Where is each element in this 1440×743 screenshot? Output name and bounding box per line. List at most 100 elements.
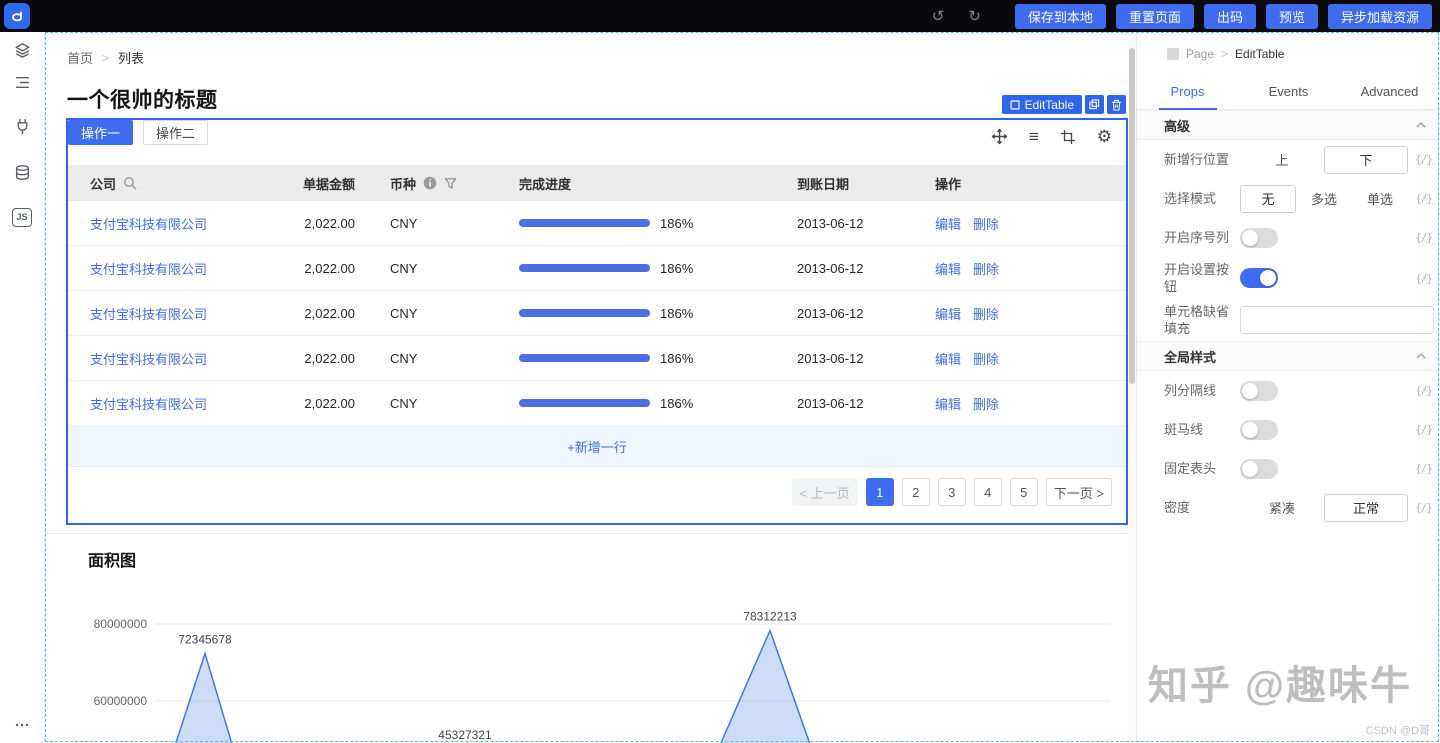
bind-variable-button[interactable]: {/} [1408, 272, 1432, 285]
amount-cell: 2,022.00 [247, 261, 367, 276]
breadcrumb-current: 列表 [118, 48, 144, 67]
edittable-component[interactable]: 操作一操作二 ≡ ⚙ 公司单据金额币种完成进度到账日期操作 支付宝科技有限公司2… [66, 118, 1128, 525]
amount-cell: 2,022.00 [247, 396, 367, 411]
date-cell: 2013-06-12 [782, 216, 922, 231]
breadcrumb-page[interactable]: Page [1186, 47, 1214, 61]
datasource-icon[interactable] [8, 158, 36, 186]
field-row-enable-settings-button: 开启设置按钮{/} [1137, 257, 1440, 299]
zebra-stripes-switch[interactable] [1240, 420, 1278, 440]
trash-icon [1111, 99, 1122, 111]
bind-variable-button[interactable]: {/} [1408, 192, 1432, 205]
bind-variable-button[interactable]: {/} [1408, 153, 1432, 166]
filter-icon[interactable] [444, 177, 457, 190]
new-row-position-option-2[interactable]: 下 [1324, 146, 1408, 174]
edit-link[interactable]: 编辑 [935, 214, 961, 233]
outline-tree-icon[interactable] [8, 68, 36, 96]
bind-variable-button[interactable]: {/} [1434, 314, 1440, 327]
delete-link[interactable]: 删除 [973, 259, 999, 278]
progress-bar [519, 399, 650, 407]
inspector-tab-events[interactable]: Events [1238, 74, 1339, 109]
density-option-2[interactable]: 正常 [1324, 494, 1408, 522]
pagination-prev[interactable]: < 上一页 [792, 478, 858, 506]
select-mode-option-1[interactable]: 无 [1240, 185, 1296, 213]
selected-component-tag[interactable]: EditTable [1002, 95, 1082, 114]
left-toolbar: JS [0, 32, 45, 743]
density-option-group: 紧凑正常 [1240, 494, 1408, 522]
column-settings-icon[interactable]: ≡ [1029, 128, 1039, 145]
canvas-tab-action-one[interactable]: 操作一 [68, 120, 133, 145]
table-row: 支付宝科技有限公司2,022.00CNY186%2013-06-12编辑删除 [68, 336, 1126, 381]
new-row-position-option-1[interactable]: 上 [1240, 146, 1324, 174]
topbar-button-preview[interactable]: 预览 [1266, 4, 1318, 29]
company-link[interactable]: 支付宝科技有限公司 [90, 262, 207, 277]
breadcrumb-home[interactable]: 首页 [67, 48, 93, 67]
company-link[interactable]: 支付宝科技有限公司 [90, 397, 207, 412]
pagination-page-1[interactable]: 1 [866, 478, 894, 506]
pagination-page-2[interactable]: 2 [902, 478, 930, 506]
plugin-icon[interactable] [8, 112, 36, 140]
canvas-tab-action-two[interactable]: 操作二 [143, 120, 208, 145]
pagination-next[interactable]: 下一页 > [1046, 478, 1112, 506]
select-mode-option-2[interactable]: 多选 [1296, 185, 1352, 213]
density-option-1[interactable]: 紧凑 [1240, 494, 1324, 522]
company-link[interactable]: 支付宝科技有限公司 [90, 352, 207, 367]
topbar-button-reset-page[interactable]: 重置页面 [1116, 4, 1194, 29]
section-header-advanced[interactable]: 高级 [1137, 110, 1440, 140]
progress-cell: 186% [502, 306, 782, 321]
pagination-page-4[interactable]: 4 [974, 478, 1002, 506]
delete-link[interactable]: 删除 [973, 214, 999, 233]
edit-link[interactable]: 编辑 [935, 259, 961, 278]
info-icon[interactable] [423, 176, 437, 190]
actions-cell: 编辑删除 [922, 394, 1126, 413]
app-logo-icon[interactable] [4, 3, 30, 29]
company-cell: 支付宝科技有限公司 [68, 304, 247, 323]
column-divider-switch[interactable] [1240, 381, 1278, 401]
bind-variable-button[interactable]: {/} [1408, 423, 1432, 436]
edit-link[interactable]: 编辑 [935, 394, 961, 413]
inspector-tab-props[interactable]: Props [1137, 74, 1238, 109]
bind-variable-button[interactable]: {/} [1408, 231, 1432, 244]
inspector-tab-advanced[interactable]: Advanced [1339, 74, 1440, 109]
bind-variable-button[interactable]: {/} [1408, 501, 1432, 514]
crop-icon[interactable] [1060, 129, 1076, 145]
company-link[interactable]: 支付宝科技有限公司 [90, 217, 207, 232]
delete-link[interactable]: 删除 [973, 349, 999, 368]
enable-index-column-switch[interactable] [1240, 228, 1278, 248]
add-row-button[interactable]: +新增一行 [68, 426, 1126, 467]
pagination-page-5[interactable]: 5 [1010, 478, 1038, 506]
undo-icon[interactable]: ↺ [932, 9, 945, 24]
redo-icon[interactable]: ↻ [968, 9, 981, 24]
canvas-scrollbar[interactable] [1128, 33, 1136, 743]
company-link[interactable]: 支付宝科技有限公司 [90, 307, 207, 322]
select-mode-option-3[interactable]: 单选 [1352, 185, 1408, 213]
js-panel-icon[interactable]: JS [8, 203, 36, 231]
copy-component-button[interactable] [1085, 95, 1104, 114]
fixed-header-switch[interactable] [1240, 459, 1278, 479]
cell-default-fill-input[interactable] [1240, 306, 1434, 334]
components-icon[interactable] [8, 36, 36, 64]
amount-cell: 2,022.00 [247, 216, 367, 231]
js-badge: JS [12, 208, 32, 227]
search-icon[interactable] [123, 176, 137, 190]
move-icon[interactable] [991, 128, 1008, 145]
topbar-button-async-load-assets[interactable]: 异步加载资源 [1328, 4, 1432, 29]
topbar-button-save-local[interactable]: 保存到本地 [1015, 4, 1106, 29]
more-icon[interactable] [8, 711, 36, 739]
lowcode-designer: ↺ ↻ 保存到本地重置页面出码预览异步加载资源 JS 首页 > 列表 一个很帅 [0, 0, 1440, 743]
settings-gear-icon[interactable]: ⚙ [1097, 128, 1112, 145]
edit-link[interactable]: 编辑 [935, 349, 961, 368]
edit-link[interactable]: 编辑 [935, 304, 961, 323]
section-header-global-style[interactable]: 全局样式 [1137, 341, 1440, 371]
currency-cell: CNY [367, 306, 502, 321]
select-mode-option-group: 无多选单选 [1240, 185, 1408, 213]
pagination-page-3[interactable]: 3 [938, 478, 966, 506]
field-label: 列分隔线 [1164, 382, 1236, 399]
enable-settings-button-switch[interactable] [1240, 268, 1278, 288]
topbar-button-generate-code[interactable]: 出码 [1204, 4, 1256, 29]
scrollbar-thumb[interactable] [1129, 48, 1135, 384]
bind-variable-button[interactable]: {/} [1408, 384, 1432, 397]
delete-link[interactable]: 删除 [973, 304, 999, 323]
delete-link[interactable]: 删除 [973, 394, 999, 413]
delete-component-button[interactable] [1107, 95, 1126, 114]
bind-variable-button[interactable]: {/} [1408, 462, 1432, 475]
